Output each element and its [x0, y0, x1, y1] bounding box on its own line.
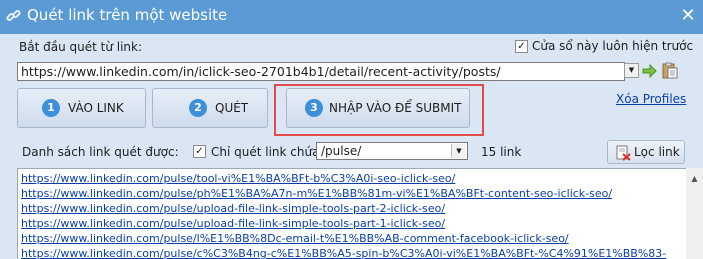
step-2-badge: 2: [189, 99, 207, 117]
step-3-label: NHẬP VÀO ĐỂ SUBMIT: [329, 101, 462, 115]
step-2-label: QUÉT: [215, 101, 249, 115]
scanned-links-list[interactable]: https://www.linkedin.com/pulse/tool-vi%E…: [17, 168, 703, 259]
filter-pattern-value: /pulse/: [321, 144, 362, 158]
chevron-down-icon[interactable]: ▼: [451, 144, 466, 158]
start-link-label: Bắt đầu quét từ link:: [19, 40, 143, 54]
link-count: 15 link: [481, 145, 522, 159]
list-item[interactable]: https://www.linkedin.com/pulse/ph%E1%BA%…: [21, 186, 612, 201]
close-button[interactable]: ✕: [678, 6, 698, 26]
list-item[interactable]: https://www.linkedin.com/pulse/l%E1%BB%8…: [21, 231, 569, 246]
always-on-top-label: Cửa sổ này luôn hiện trước: [532, 39, 694, 53]
paste-clipboard-icon[interactable]: [662, 62, 678, 79]
list-item[interactable]: https://www.linkedin.com/pulse/tool-vi%E…: [21, 171, 455, 186]
only-scan-checkbox[interactable]: ✓: [193, 145, 206, 158]
filter-pattern-select[interactable]: /pulse/ ▼: [316, 142, 468, 160]
title-bar: Quét link trên một website ✕: [0, 0, 703, 34]
step-3-badge: 3: [305, 99, 323, 117]
step-1-badge: 1: [42, 99, 60, 117]
filter-document-icon: [616, 145, 631, 161]
filter-links-label: Lọc link: [634, 145, 680, 159]
clear-profiles-link[interactable]: Xóa Profiles: [616, 91, 686, 107]
link-icon: [6, 9, 21, 22]
only-scan-label: Chỉ quét link chứa: [211, 145, 320, 159]
start-url-input[interactable]: https://www.linkedin.com/in/iclick-seo-2…: [17, 62, 625, 81]
scanned-links-label: Danh sách link quét được:: [22, 145, 179, 159]
always-on-top-checkbox[interactable]: ✓: [515, 40, 528, 53]
list-item[interactable]: https://www.linkedin.com/pulse/upload-fi…: [21, 216, 445, 231]
step-2-scan-button[interactable]: 2 QUÉT: [152, 88, 268, 128]
list-item[interactable]: https://www.linkedin.com/pulse/upload-fi…: [21, 201, 445, 216]
window-title: Quét link trên một website: [27, 6, 228, 24]
go-arrow-icon[interactable]: [642, 64, 657, 78]
filter-links-button[interactable]: Lọc link: [607, 140, 685, 164]
scroll-up-icon[interactable]: ▲: [686, 171, 703, 187]
list-item[interactable]: https://www.linkedin.com/pulse/c%C3%B4ng…: [21, 246, 666, 259]
step-1-label: VÀO LINK: [68, 101, 124, 115]
step-1-open-link-button[interactable]: 1 VÀO LINK: [17, 88, 146, 128]
step-3-submit-button[interactable]: 3 NHẬP VÀO ĐỂ SUBMIT: [286, 88, 470, 128]
url-dropdown-button[interactable]: ▼: [624, 63, 639, 78]
